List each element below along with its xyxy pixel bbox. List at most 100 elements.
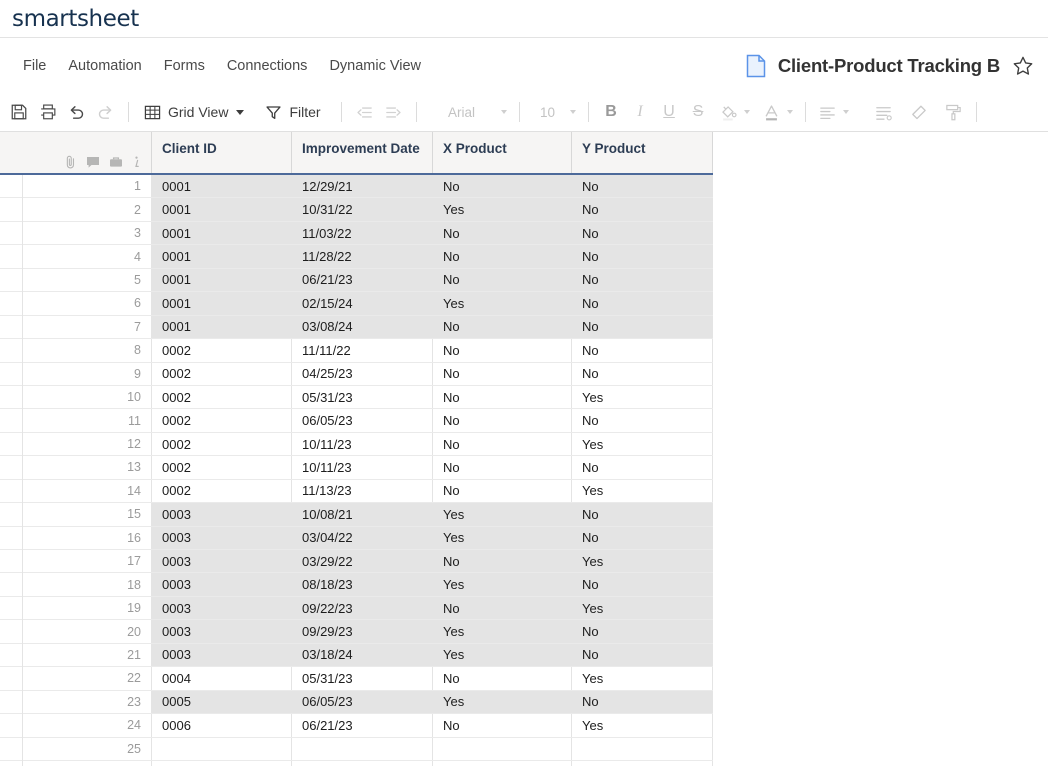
grid-cell[interactable]: Yes xyxy=(433,573,572,596)
grid-cell[interactable] xyxy=(292,737,433,760)
table-row[interactable]: 17 0003 03/29/22 No Yes xyxy=(0,550,713,574)
text-align-button[interactable] xyxy=(814,98,853,127)
grid-cell[interactable]: 03/04/22 xyxy=(292,526,433,549)
wrap-text-button[interactable] xyxy=(869,98,898,127)
grid-cell[interactable]: 06/05/23 xyxy=(292,409,433,432)
grid-cell[interactable] xyxy=(152,737,292,760)
table-row[interactable]: 1 0001 12/29/21 No No xyxy=(0,175,713,199)
grid-cell[interactable]: 06/21/23 xyxy=(292,268,433,292)
grid-cell[interactable]: 0001 xyxy=(152,268,292,292)
grid-cell[interactable]: No xyxy=(433,268,572,292)
grid-cell[interactable]: Yes xyxy=(572,479,713,503)
table-row[interactable]: 19 0003 09/22/23 No Yes xyxy=(0,596,713,621)
comment-icon[interactable] xyxy=(86,155,100,169)
grid-cell[interactable]: No xyxy=(572,409,713,432)
table-row[interactable]: 3 0001 11/03/22 No No xyxy=(0,221,713,246)
table-row[interactable]: 2 0001 10/31/22 Yes No xyxy=(0,198,713,222)
grid-cell[interactable]: No xyxy=(433,550,572,573)
grid-cell[interactable]: 06/21/23 xyxy=(292,714,433,737)
grid-cell[interactable]: 0003 xyxy=(152,503,292,526)
grid-cell[interactable]: 09/22/23 xyxy=(292,596,433,620)
strikethrough-button[interactable]: S xyxy=(684,98,713,127)
clear-formatting-button[interactable] xyxy=(904,98,933,127)
grid-cell[interactable]: No xyxy=(572,620,713,643)
grid-cell[interactable]: 0002 xyxy=(152,385,292,409)
grid-cell[interactable]: 0001 xyxy=(152,175,292,198)
column-header-y-product[interactable]: Y Product xyxy=(572,132,713,173)
grid-cell[interactable]: Yes xyxy=(572,714,713,737)
grid-cell[interactable]: 0002 xyxy=(152,456,292,479)
table-row[interactable]: 11 0002 06/05/23 No No xyxy=(0,409,713,433)
outdent-icon[interactable] xyxy=(350,98,379,127)
grid-cell[interactable]: No xyxy=(433,456,572,479)
grid-cell[interactable]: No xyxy=(572,573,713,596)
grid-cell[interactable]: 0003 xyxy=(152,643,292,667)
grid-cell[interactable]: Yes xyxy=(433,198,572,221)
grid-cell[interactable]: 0004 xyxy=(152,667,292,690)
save-icon[interactable] xyxy=(4,98,33,127)
row-info-icon[interactable] xyxy=(132,155,141,169)
text-color-button[interactable] xyxy=(758,98,797,127)
grid-cell[interactable]: No xyxy=(572,175,713,198)
grid-cell[interactable]: 0001 xyxy=(152,292,292,315)
grid-cell[interactable]: 0003 xyxy=(152,526,292,549)
underline-button[interactable]: U xyxy=(655,98,684,127)
grid-cell[interactable]: 0002 xyxy=(152,362,292,385)
grid-cell[interactable]: 0003 xyxy=(152,573,292,596)
grid-cell[interactable]: Yes xyxy=(433,690,572,714)
table-row[interactable]: 5 0001 06/21/23 No No xyxy=(0,268,713,293)
grid-cell[interactable]: No xyxy=(572,268,713,292)
format-painter-button[interactable] xyxy=(939,98,968,127)
table-row[interactable]: 20 0003 09/29/23 Yes No xyxy=(0,620,713,644)
grid-cell[interactable]: 11/13/23 xyxy=(292,479,433,503)
grid-cell[interactable]: No xyxy=(572,245,713,268)
font-family-selector[interactable]: Arial xyxy=(425,98,511,127)
grid-cell[interactable]: No xyxy=(433,339,572,362)
grid-cell[interactable]: 03/08/24 xyxy=(292,315,433,339)
grid-cell[interactable]: 02/15/24 xyxy=(292,292,433,315)
grid-cell[interactable]: 03/29/22 xyxy=(292,550,433,573)
grid-cell[interactable]: 0001 xyxy=(152,198,292,221)
grid-cell[interactable]: 09/29/23 xyxy=(292,620,433,643)
indent-icon[interactable] xyxy=(379,98,408,127)
grid-cell[interactable]: No xyxy=(572,362,713,385)
grid-cell[interactable]: 0003 xyxy=(152,550,292,573)
table-row[interactable]: 18 0003 08/18/23 Yes No xyxy=(0,573,713,597)
print-icon[interactable] xyxy=(33,98,62,127)
grid-cell[interactable] xyxy=(292,760,433,766)
proof-icon[interactable] xyxy=(109,155,123,169)
grid-cell[interactable]: No xyxy=(572,643,713,667)
grid-cell[interactable]: Yes xyxy=(433,503,572,526)
table-row[interactable]: 9 0002 04/25/23 No No xyxy=(0,362,713,386)
grid-cell[interactable]: No xyxy=(572,503,713,526)
grid-view-selector[interactable]: Grid View xyxy=(137,98,248,127)
grid-cell[interactable]: Yes xyxy=(433,643,572,667)
grid-cell[interactable]: No xyxy=(433,409,572,432)
grid-cell[interactable]: 04/25/23 xyxy=(292,362,433,385)
grid-cell[interactable]: No xyxy=(572,690,713,714)
grid-cell[interactable] xyxy=(152,760,292,766)
grid-cell[interactable]: 10/31/22 xyxy=(292,198,433,221)
table-row[interactable]: 16 0003 03/04/22 Yes No xyxy=(0,526,713,550)
grid-cell[interactable]: 06/05/23 xyxy=(292,690,433,714)
grid-cell[interactable]: Yes xyxy=(572,596,713,620)
table-row[interactable] xyxy=(0,760,713,766)
table-row[interactable]: 6 0001 02/15/24 Yes No xyxy=(0,292,713,316)
bold-button[interactable]: B xyxy=(597,98,626,127)
table-row[interactable]: 23 0005 06/05/23 Yes No xyxy=(0,690,713,715)
table-row[interactable]: 25 xyxy=(0,737,713,761)
grid-cell[interactable]: Yes xyxy=(433,620,572,643)
grid-cell[interactable]: No xyxy=(572,526,713,549)
filter-button[interactable]: Filter xyxy=(258,98,326,127)
grid-cell[interactable]: No xyxy=(433,362,572,385)
menu-item-connections[interactable]: Connections xyxy=(216,52,319,80)
fill-color-button[interactable] xyxy=(715,98,754,127)
table-row[interactable]: 7 0001 03/08/24 No No xyxy=(0,315,713,340)
grid-cell[interactable]: No xyxy=(433,245,572,268)
grid-cell[interactable]: 0003 xyxy=(152,596,292,620)
grid-cell[interactable]: No xyxy=(433,175,572,198)
grid-cell[interactable]: No xyxy=(572,221,713,245)
grid-cell[interactable]: No xyxy=(433,714,572,737)
menu-item-dynamic-view[interactable]: Dynamic View xyxy=(318,52,432,80)
grid-cell[interactable]: 0001 xyxy=(152,245,292,268)
